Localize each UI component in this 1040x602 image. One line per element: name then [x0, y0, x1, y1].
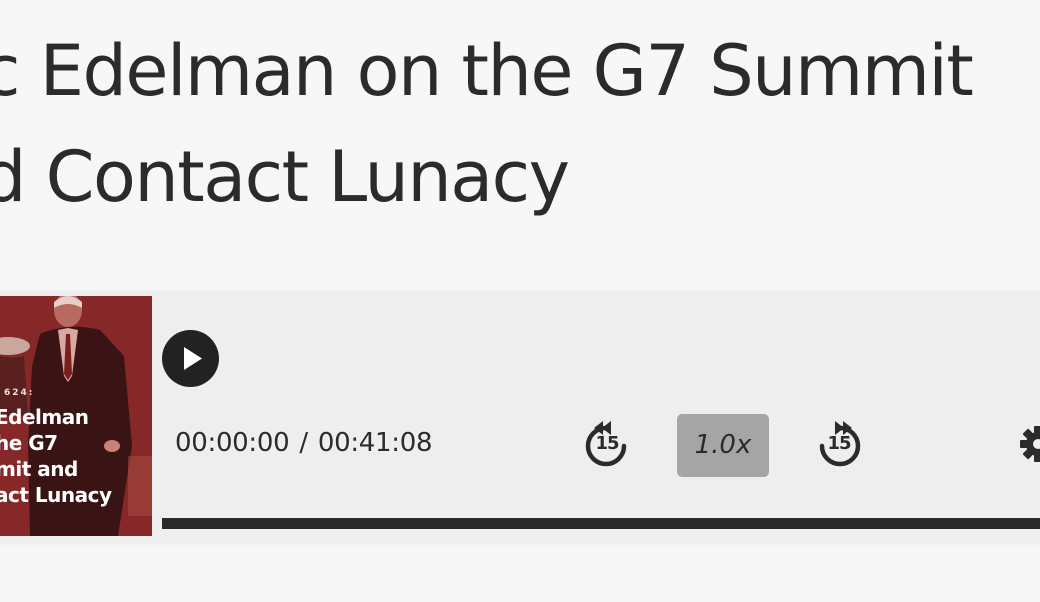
skip-forward-button[interactable]: 15 — [811, 416, 867, 472]
settings-button[interactable] — [1018, 424, 1040, 464]
skip-back-button[interactable]: 15 — [579, 416, 635, 472]
cover-title-text: Edelman he G7 mit and act Lunacy — [0, 404, 112, 508]
skip-back-seconds: 15 — [595, 433, 619, 454]
play-button[interactable] — [162, 330, 219, 387]
time-separator: / — [299, 428, 308, 458]
episode-cover-art: 624: Edelman he G7 mit and act Lunacy — [0, 296, 152, 536]
audio-player: 624: Edelman he G7 mit and act Lunacy 00… — [0, 291, 1040, 541]
page: c Edelman on the G7 Summit d Contact Lun… — [0, 0, 1040, 602]
cover-title-line-1: Edelman — [0, 405, 89, 429]
episode-title: c Edelman on the G7 Summit d Contact Lun… — [0, 18, 1040, 230]
cover-title-line-2: he G7 — [0, 431, 58, 455]
episode-title-line-1: c Edelman on the G7 Summit — [0, 30, 974, 112]
cover-episode-number: 624: — [4, 388, 35, 398]
skip-forward-seconds: 15 — [827, 433, 851, 454]
play-icon — [184, 347, 202, 370]
episode-title-line-2: d Contact Lunacy — [0, 136, 570, 218]
current-time: 00:00:00 — [175, 428, 290, 458]
playback-speed-button[interactable]: 1.0x — [677, 414, 769, 477]
gear-icon — [1020, 426, 1040, 462]
progress-bar[interactable] — [162, 518, 1040, 529]
cover-title-line-4: act Lunacy — [0, 483, 112, 507]
cover-title-line-3: mit and — [0, 457, 78, 481]
time-display: 00:00:00 / 00:41:08 — [175, 428, 433, 458]
duration: 00:41:08 — [317, 428, 433, 458]
